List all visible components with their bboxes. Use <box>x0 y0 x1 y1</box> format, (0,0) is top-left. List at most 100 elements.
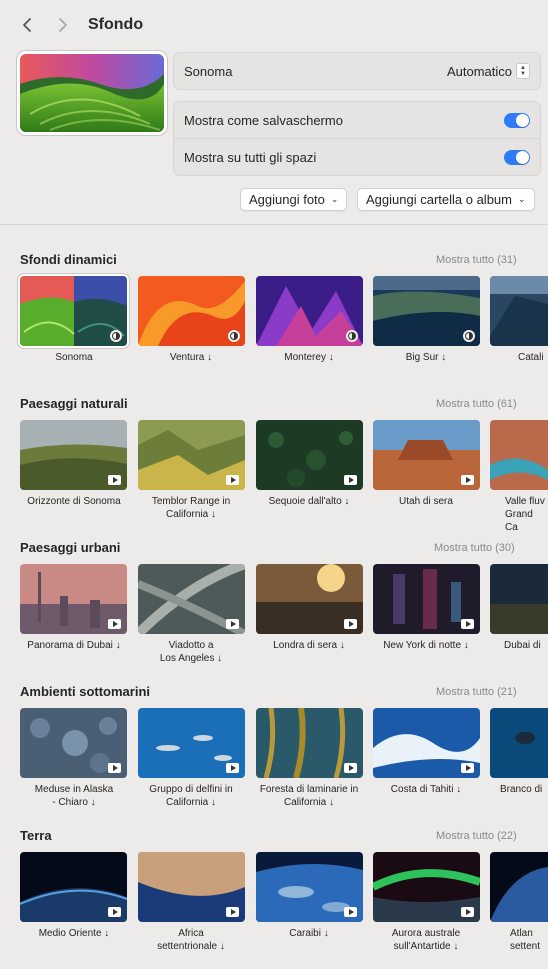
page-title: Sfondo <box>88 16 144 33</box>
chevron-down-icon: ⌄ <box>330 194 339 204</box>
tile-caption: Gruppo di delfini in California ↓ <box>149 784 233 808</box>
tile-caption: Viadotto a Los Angeles ↓ <box>159 640 223 664</box>
tile-caption: New York di notte ↓ <box>383 640 469 651</box>
add-folder-button[interactable]: Aggiungi cartella o album ⌄ <box>357 188 535 211</box>
wallpaper-tile-ventura[interactable] <box>138 276 245 346</box>
tile-caption: Temblor Range in California ↓ <box>151 496 231 520</box>
tile-caption: Orizzonte di Sonoma <box>27 496 121 507</box>
wallpaper-tile-sonoma[interactable] <box>20 276 127 346</box>
wallpaper-tile-tahiti[interactable] <box>373 708 480 778</box>
section-title: Sfondi dinamici <box>20 252 117 267</box>
screensaver-row: Mostra come salvaschermo <box>174 102 540 138</box>
wallpaper-tile-utah[interactable] <box>373 420 480 490</box>
appearance-mode-value: Automatico <box>446 63 512 79</box>
wallpaper-tile-monterey[interactable] <box>256 276 363 346</box>
back-button[interactable] <box>16 14 38 36</box>
wallpaper-tile-caraibi[interactable] <box>256 852 363 922</box>
show-all-link[interactable]: Mostra tutto (30) <box>434 542 515 554</box>
wallpaper-tile-catalina[interactable] <box>490 276 548 346</box>
show-all-link[interactable]: Mostra tutto (61) <box>436 398 517 410</box>
play-icon <box>461 619 474 629</box>
wallpaper-mode-row: Sonoma Automatico ▲ ▼ <box>174 53 540 89</box>
section-title: Paesaggi naturali <box>20 396 128 411</box>
bottom-fade <box>0 950 548 969</box>
all-spaces-toggle[interactable] <box>504 149 530 165</box>
tile-caption: Branco di <box>500 784 543 795</box>
section-title: Terra <box>20 828 52 843</box>
wallpaper-name: Sonoma <box>184 63 233 79</box>
play-icon <box>344 763 357 773</box>
divider <box>0 224 548 225</box>
play-icon <box>344 907 357 917</box>
wallpaper-tile-orizzonte-sonoma[interactable] <box>20 420 127 490</box>
tile-caption: Londra di sera ↓ <box>273 640 345 651</box>
appearance-mode-popup[interactable]: Automatico ▲ ▼ <box>447 63 530 79</box>
play-icon <box>226 907 239 917</box>
wallpaper-tile-laminarie[interactable] <box>256 708 363 778</box>
tile-caption: Panorama di Dubai ↓ <box>27 640 121 651</box>
wallpaper-tile-sequoie[interactable] <box>256 420 363 490</box>
dynamic-wallpaper-icon <box>463 330 475 342</box>
all-spaces-row: Mostra su tutti gli spazi <box>174 138 540 175</box>
tile-caption: Ventura ↓ <box>169 352 213 363</box>
wallpaper-tile-atlantico[interactable] <box>490 852 548 922</box>
tile-caption: Caraibi ↓ <box>289 928 329 939</box>
tile-caption: Meduse in Alaska - Chiaro ↓ <box>34 784 114 808</box>
play-icon <box>108 475 121 485</box>
show-all-link[interactable]: Mostra tutto (21) <box>436 686 517 698</box>
show-all-link[interactable]: Mostra tutto (22) <box>436 830 517 842</box>
wallpaper-name-panel: Sonoma Automatico ▲ ▼ <box>173 52 541 90</box>
add-folder-label: Aggiungi cartella o album <box>366 192 512 207</box>
chevron-right-icon <box>59 18 67 32</box>
play-icon <box>461 475 474 485</box>
wallpaper-tile-big-sur[interactable] <box>373 276 480 346</box>
wallpaper-tile-temblor-range[interactable] <box>138 420 245 490</box>
tile-caption: Monterey ↓ <box>284 352 334 363</box>
play-icon <box>344 619 357 629</box>
all-spaces-label: Mostra su tutti gli spazi <box>184 149 317 165</box>
chevron-down-icon: ⌄ <box>517 194 526 204</box>
show-all-link[interactable]: Mostra tutto (31) <box>436 254 517 266</box>
section-title: Ambienti sottomarini <box>20 684 151 699</box>
play-icon <box>344 475 357 485</box>
add-photo-button[interactable]: Aggiungi foto ⌄ <box>240 188 348 211</box>
wallpaper-tile-aurora[interactable] <box>373 852 480 922</box>
dynamic-wallpaper-icon <box>228 330 240 342</box>
dynamic-wallpaper-icon <box>346 330 358 342</box>
play-icon <box>461 907 474 917</box>
tile-caption: Foresta di laminarie in California ↓ <box>259 784 359 808</box>
tile-caption: Valle fluv Grand Ca <box>505 496 545 533</box>
tile-caption: Big Sur ↓ <box>405 352 447 363</box>
screensaver-label: Mostra come salvaschermo <box>184 112 343 128</box>
wallpaper-tile-dubai[interactable] <box>20 564 127 634</box>
wallpaper-tile-los-angeles[interactable] <box>138 564 245 634</box>
play-icon <box>108 619 121 629</box>
play-icon <box>226 475 239 485</box>
forward-button[interactable] <box>52 14 74 36</box>
dynamic-wallpaper-icon <box>110 330 122 342</box>
chevron-left-icon <box>23 18 31 32</box>
screensaver-toggle[interactable] <box>504 112 530 128</box>
tile-caption: Medio Oriente ↓ <box>38 928 110 939</box>
play-icon <box>226 619 239 629</box>
tile-caption: Catali <box>518 352 544 363</box>
play-icon <box>226 763 239 773</box>
wallpaper-tile-medio-oriente[interactable] <box>20 852 127 922</box>
tile-caption: Sonoma <box>55 352 93 363</box>
add-photo-label: Aggiungi foto <box>249 192 325 207</box>
updown-chevron-icon: ▲ ▼ <box>516 63 530 79</box>
tile-caption: Dubai di <box>504 640 541 651</box>
wallpaper-tile-africa[interactable] <box>138 852 245 922</box>
tile-caption: Costa di Tahiti ↓ <box>390 784 462 795</box>
options-panel: Mostra come salvaschermo Mostra su tutti… <box>173 101 541 176</box>
play-icon <box>108 907 121 917</box>
play-icon <box>461 763 474 773</box>
wallpaper-tile-meduse[interactable] <box>20 708 127 778</box>
wallpaper-tile-londra[interactable] <box>256 564 363 634</box>
wallpaper-tile-new-york[interactable] <box>373 564 480 634</box>
tile-caption: Sequoie dall'alto ↓ <box>268 496 350 507</box>
wallpaper-tile-branco[interactable] <box>490 708 548 778</box>
wallpaper-tile-grand-canyon[interactable] <box>490 420 548 490</box>
wallpaper-tile-delfini[interactable] <box>138 708 245 778</box>
wallpaper-tile-dubai-night[interactable] <box>490 564 548 634</box>
